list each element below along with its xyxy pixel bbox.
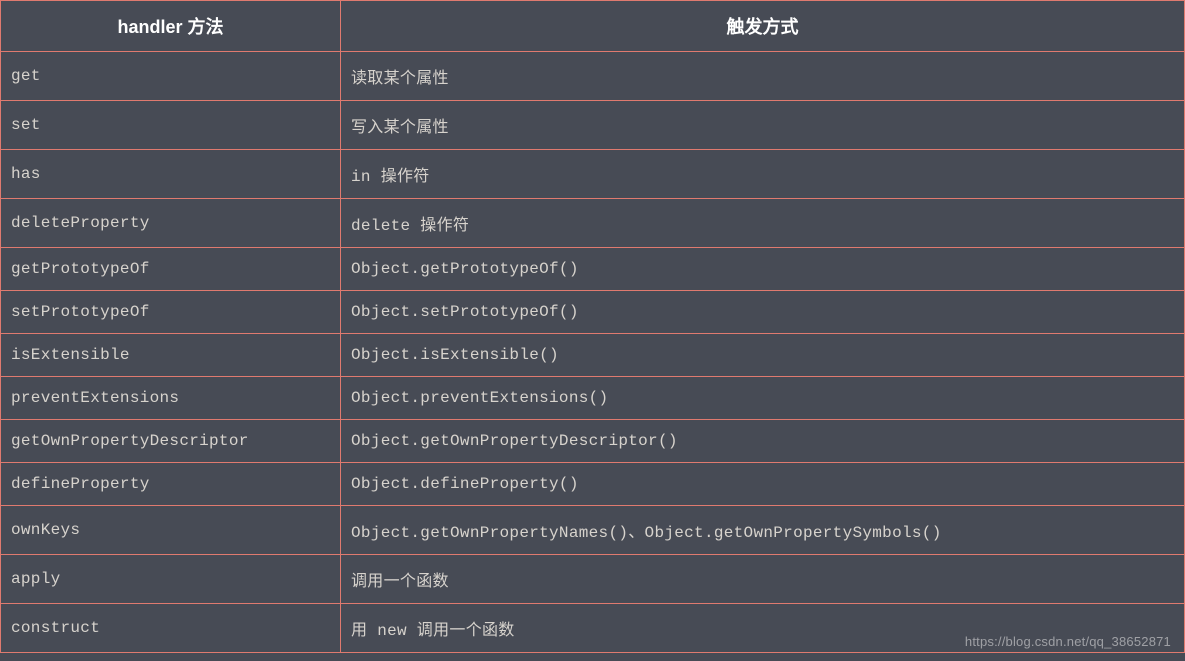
table-row: isExtensibleObject.isExtensible() [1,334,1185,377]
cell-trigger: Object.getOwnPropertyDescriptor() [341,420,1185,463]
table-row: apply调用一个函数 [1,555,1185,604]
cell-trigger: Object.setPrototypeOf() [341,291,1185,334]
cell-method: deleteProperty [1,199,341,248]
watermark-text: https://blog.csdn.net/qq_38652871 [965,634,1171,649]
cell-method: set [1,101,341,150]
cell-method: apply [1,555,341,604]
cell-method: getPrototypeOf [1,248,341,291]
cell-trigger: delete 操作符 [341,199,1185,248]
header-trigger: 触发方式 [341,1,1185,52]
cell-trigger: 调用一个函数 [341,555,1185,604]
table-row: preventExtensionsObject.preventExtension… [1,377,1185,420]
cell-method: construct [1,604,341,653]
handler-table: handler 方法 触发方式 get读取某个属性set写入某个属性hasin … [0,0,1185,653]
cell-trigger: 写入某个属性 [341,101,1185,150]
cell-trigger: Object.defineProperty() [341,463,1185,506]
cell-trigger: Object.isExtensible() [341,334,1185,377]
cell-trigger: in 操作符 [341,150,1185,199]
cell-trigger: 读取某个属性 [341,52,1185,101]
header-method: handler 方法 [1,1,341,52]
table-row: setPrototypeOfObject.setPrototypeOf() [1,291,1185,334]
table-row: getPrototypeOfObject.getPrototypeOf() [1,248,1185,291]
cell-method: getOwnPropertyDescriptor [1,420,341,463]
cell-method: defineProperty [1,463,341,506]
table-row: deletePropertydelete 操作符 [1,199,1185,248]
cell-method: ownKeys [1,506,341,555]
table-row: set写入某个属性 [1,101,1185,150]
cell-method: isExtensible [1,334,341,377]
table-row: ownKeysObject.getOwnPropertyNames()、Obje… [1,506,1185,555]
table-header-row: handler 方法 触发方式 [1,1,1185,52]
table-row: getOwnPropertyDescriptorObject.getOwnPro… [1,420,1185,463]
table-row: hasin 操作符 [1,150,1185,199]
cell-method: setPrototypeOf [1,291,341,334]
cell-trigger: Object.getPrototypeOf() [341,248,1185,291]
cell-method: get [1,52,341,101]
table-row: definePropertyObject.defineProperty() [1,463,1185,506]
cell-trigger: Object.preventExtensions() [341,377,1185,420]
cell-trigger: Object.getOwnPropertyNames()、Object.getO… [341,506,1185,555]
cell-method: preventExtensions [1,377,341,420]
cell-method: has [1,150,341,199]
table-row: get读取某个属性 [1,52,1185,101]
